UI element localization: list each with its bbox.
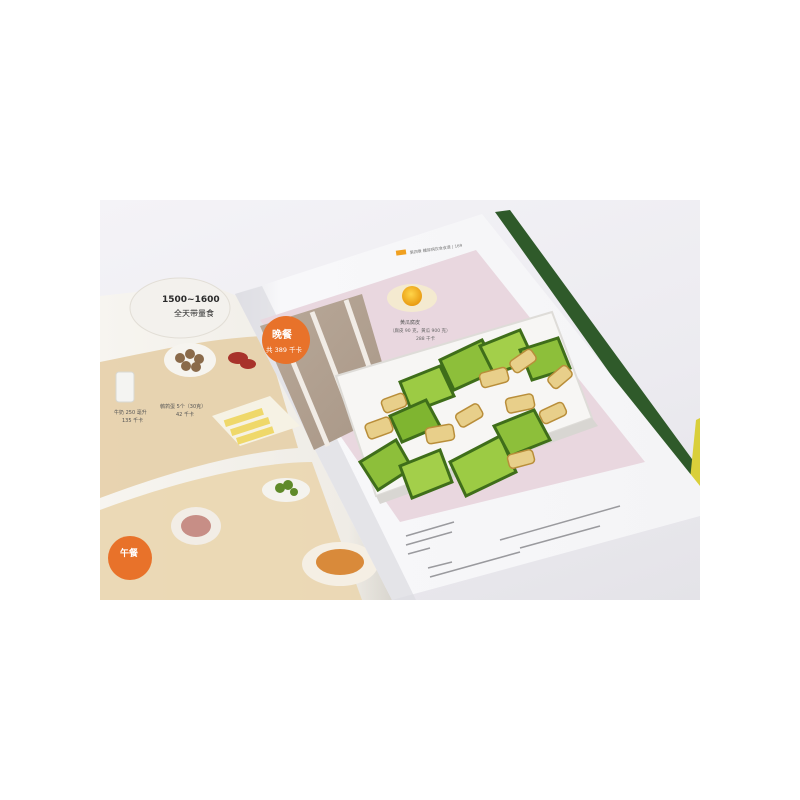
book-photo: 1500~1600 全天带量食 牛奶 250 毫升 135 千卡 鹌鹑蛋 5个（… — [100, 200, 700, 600]
dish-name: 黄瓜腐皮 — [400, 319, 420, 326]
dinner-badge-sub: 共 389 千卡 — [266, 345, 303, 354]
lunch-badge-title: 午餐 — [120, 547, 139, 559]
item-milk-label: 牛奶 250 毫升 — [114, 409, 147, 416]
item-eggs-label: 鹌鹑蛋 5个（30克） — [160, 403, 206, 410]
book-spread: 1500~1600 全天带量食 牛奶 250 毫升 135 千卡 鹌鹑蛋 5个（… — [100, 210, 700, 600]
shredded-food-image — [316, 549, 364, 575]
item-milk-kcal: 135 千卡 — [122, 417, 143, 424]
calorie-callout-bubble — [129, 277, 231, 339]
quail-eggs-plate-image — [164, 343, 216, 377]
calorie-subtitle: 全天带量食 — [174, 308, 214, 318]
milk-glass-image — [115, 371, 135, 403]
dish-ingredients: （腐皮 90 克，黄瓜 900 克） — [390, 327, 451, 334]
dinner-badge-title: 晚餐 — [272, 328, 293, 341]
calorie-range: 1500~1600 — [162, 295, 220, 305]
dish-kcal: 288 千卡 — [416, 335, 436, 342]
item-eggs-kcal: 42 千卡 — [176, 411, 194, 418]
minced-meat-image — [181, 515, 211, 537]
egg-yolk-image — [402, 286, 422, 306]
